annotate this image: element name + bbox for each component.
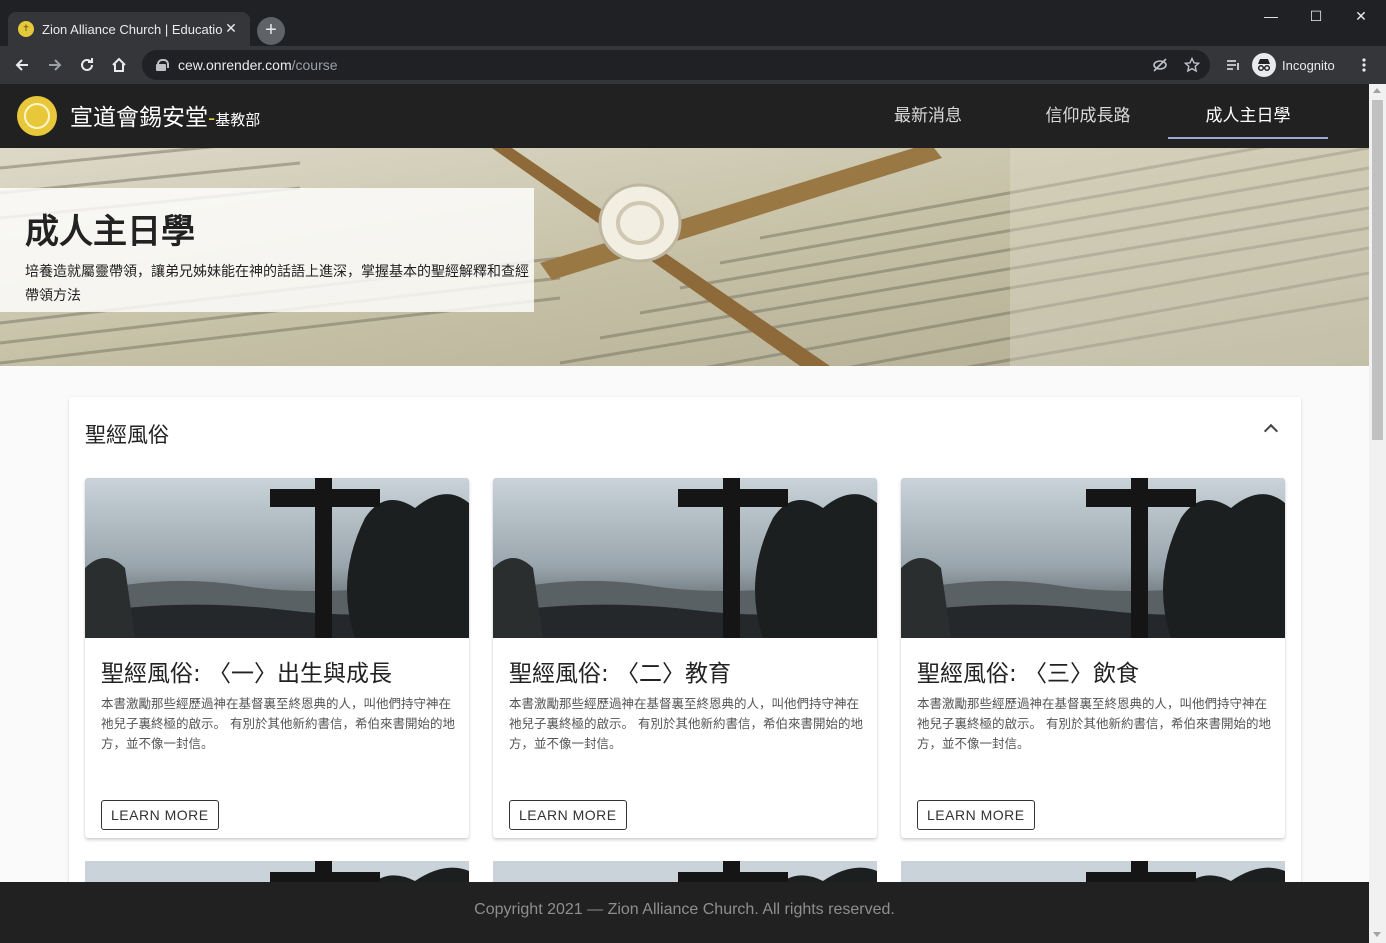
learn-more-button[interactable]: LEARN MORE (101, 800, 219, 830)
cross-landscape-image (85, 478, 469, 638)
eye-slash-icon[interactable] (1152, 57, 1168, 73)
scroll-down-arrow-icon[interactable] (1373, 932, 1381, 937)
reload-icon[interactable] (73, 51, 101, 79)
nav-news[interactable]: 最新消息 (868, 84, 988, 140)
nav-adult-sunday-school[interactable]: 成人主日學 (1168, 84, 1328, 140)
incognito-icon (1252, 53, 1276, 77)
reading-list-icon[interactable] (1219, 51, 1247, 79)
star-icon[interactable] (1183, 56, 1201, 73)
church-logo-icon[interactable] (17, 96, 57, 136)
close-tab-icon[interactable]: ✕ (222, 21, 240, 37)
copyright-text: Copyright 2021 — Zion Alliance Church. A… (474, 901, 895, 918)
browser-tab-strip: ✝ Zion Alliance Church | Education ✕ + —… (0, 0, 1386, 46)
browser-tab[interactable]: ✝ Zion Alliance Church | Education ✕ (8, 12, 250, 46)
course-title: 聖經風俗: 〈二〉教育 (509, 661, 732, 687)
more-menu-icon[interactable] (1350, 51, 1378, 79)
site-name: 宣道會錫安堂 (70, 105, 208, 131)
address-bar[interactable]: cew.onrender.com /course (142, 50, 1210, 80)
course-title: 聖經風俗: 〈一〉出生與成長 (101, 661, 393, 687)
forward-arrow-icon[interactable] (41, 51, 69, 79)
home-icon[interactable] (105, 51, 133, 79)
site-footer: Copyright 2021 — Zion Alliance Church. A… (0, 882, 1369, 943)
course-description: 本書激勵那些經歷過神在基督裏至終恩典的人，叫他們持守神在祂兒子裏終極的啟示。 有… (101, 696, 455, 751)
scrollbar-thumb[interactable] (1372, 100, 1383, 440)
learn-more-button[interactable]: LEARN MORE (917, 800, 1035, 830)
course-card: 聖經風俗: 〈三〉飲食 本書激勵那些經歷過神在基督裏至終恩典的人，叫他們持守神在… (901, 478, 1285, 838)
learn-more-button[interactable]: LEARN MORE (509, 800, 627, 830)
active-nav-indicator (1168, 137, 1328, 139)
new-tab-button[interactable]: + (257, 17, 285, 45)
hero-caption: 成人主日學 培養造就屬靈帶領，讓弟兄姊妹能在神的話語上進深，掌握基本的聖經解釋和… (0, 188, 534, 312)
url-host: cew.onrender.com (178, 57, 292, 73)
course-description: 本書激勵那些經歷過神在基督裏至終恩典的人，叫他們持守神在祂兒子裏終極的啟示。 有… (917, 696, 1271, 751)
site-title[interactable]: 宣道會錫安堂-基教部 (70, 98, 260, 132)
cross-landscape-image (901, 478, 1285, 638)
page-viewport: 宣道會錫安堂-基教部 最新消息 信仰成長路 成人主日學 成人主日學 培養造就屬靈… (0, 84, 1369, 943)
course-card: 聖經風俗: 〈一〉出生與成長 本書激勵那些經歷過神在基督裏至終恩典的人，叫他們持… (85, 478, 469, 838)
church-favicon-icon: ✝ (18, 21, 34, 37)
hero-banner: 成人主日學 培養造就屬靈帶領，讓弟兄姊妹能在神的話語上進深，掌握基本的聖經解釋和… (0, 148, 1369, 366)
incognito-label: Incognito (1282, 57, 1335, 73)
cross-landscape-image (493, 478, 877, 638)
incognito-profile[interactable]: Incognito (1252, 51, 1335, 79)
lock-icon (156, 59, 169, 71)
page-description: 培養造就屬靈帶領，讓弟兄姊妹能在神的話語上進深，掌握基本的聖經解釋和查經帶領方法 (25, 264, 529, 304)
page-scrollbar[interactable] (1369, 84, 1386, 943)
course-card: 聖經風俗: 〈二〉教育 本書激勵那些經歷過神在基督裏至終恩典的人，叫他們持守神在… (493, 478, 877, 838)
category-title[interactable]: 聖經風俗 (85, 419, 169, 449)
page-title: 成人主日學 (25, 212, 195, 252)
back-arrow-icon[interactable] (8, 51, 36, 79)
close-window-button[interactable]: ✕ (1338, 4, 1384, 28)
course-title: 聖經風俗: 〈三〉飲食 (917, 661, 1140, 687)
maximize-button[interactable]: ☐ (1293, 4, 1339, 28)
browser-toolbar: cew.onrender.com /course Incognito (0, 46, 1386, 84)
tab-title: Zion Alliance Church | Education (42, 21, 222, 37)
scroll-up-arrow-icon[interactable] (1373, 88, 1381, 93)
course-description: 本書激勵那些經歷過神在基督裏至終恩典的人，叫他們持守神在祂兒子裏終極的啟示。 有… (509, 696, 863, 751)
site-header: 宣道會錫安堂-基教部 最新消息 信仰成長路 成人主日學 (0, 84, 1369, 148)
minimize-button[interactable]: — (1248, 4, 1294, 28)
nav-faith-growth[interactable]: 信仰成長路 (1018, 84, 1158, 140)
site-subtitle: 基教部 (215, 111, 261, 129)
url-path: /course (291, 57, 338, 73)
chevron-up-icon[interactable] (1263, 423, 1279, 439)
